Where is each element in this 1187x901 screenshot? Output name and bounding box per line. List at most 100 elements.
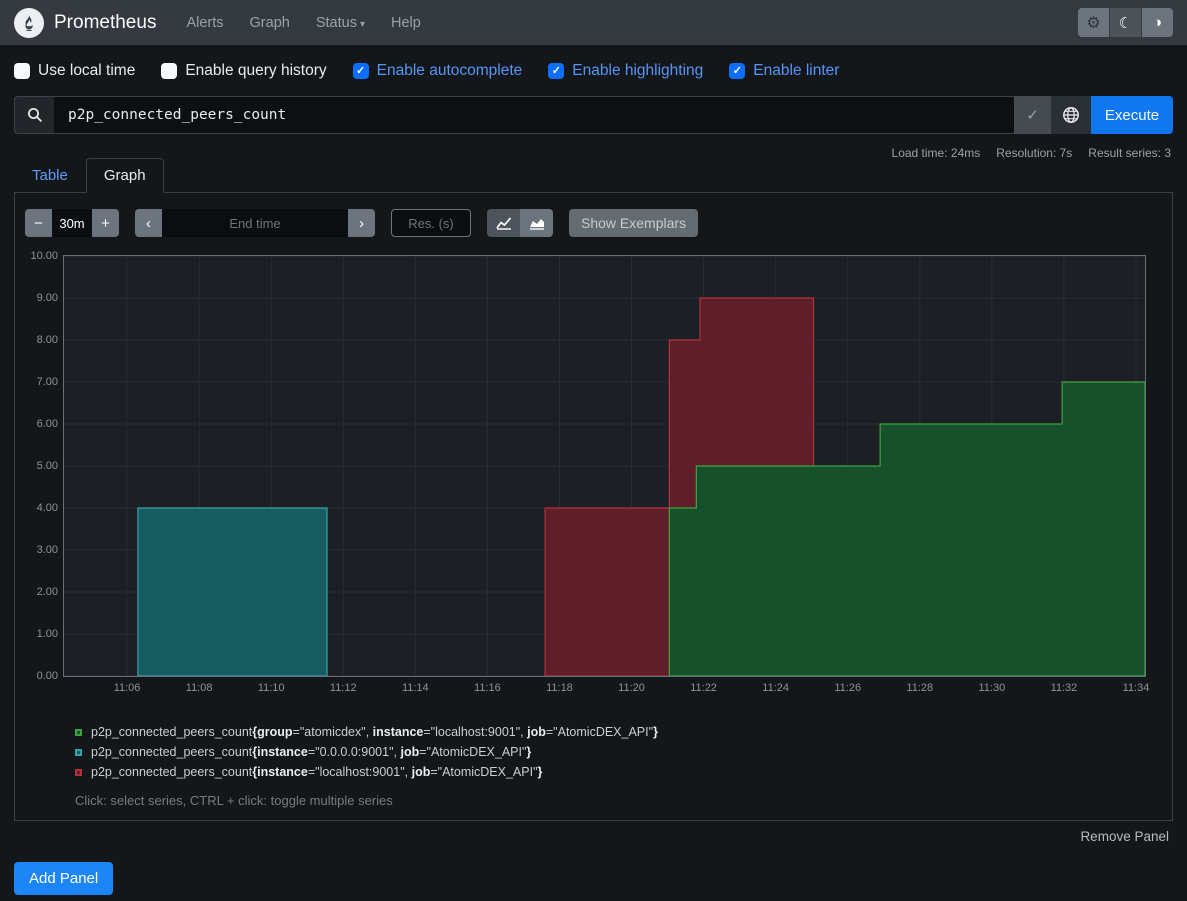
tab-zone: Load time: 24ms Resolution: 7s Result se… (14, 144, 1173, 193)
x-axis-label: 11:08 (186, 682, 213, 694)
half-circle-icon: ◑ (1153, 14, 1162, 31)
line-chart-icon (496, 216, 512, 230)
query-bar: ✓ Execute (14, 96, 1173, 134)
legend-label: p2p_connected_peers_count{instance="0.0.… (91, 745, 531, 759)
chart-legend: p2p_connected_peers_count{group="atomicd… (75, 725, 1164, 779)
nav-item-graph[interactable]: Graph (250, 15, 290, 31)
graph-panel: − + ‹ › Show Exemplars (14, 193, 1173, 821)
range-decrease-button[interactable]: − (25, 209, 52, 237)
y-axis-label: 5.00 (37, 460, 58, 472)
y-axis-label: 3.00 (37, 544, 58, 556)
metrics-explorer-button[interactable] (1051, 96, 1091, 134)
x-axis-label: 11:14 (402, 682, 429, 694)
nav-item-alerts[interactable]: Alerts (186, 15, 223, 31)
x-axis-label: 11:34 (1123, 682, 1150, 694)
chevron-down-icon: ▾ (360, 19, 365, 30)
tab-table[interactable]: Table (14, 158, 86, 193)
resolution-input[interactable] (391, 209, 471, 237)
remove-panel-link[interactable]: Remove Panel (1080, 829, 1169, 844)
option-label: Enable highlighting (572, 62, 703, 80)
x-axis-label: 11:16 (474, 682, 501, 694)
x-axis-label: 11:12 (330, 682, 357, 694)
legend-item[interactable]: p2p_connected_peers_count{instance="0.0.… (75, 745, 1164, 759)
option-enable-linter[interactable]: ✓ Enable linter (729, 62, 839, 80)
chart-plot-area[interactable]: 0.001.002.003.004.005.006.007.008.009.00… (63, 255, 1146, 677)
y-axis-label: 4.00 (37, 502, 58, 514)
chart: 0.00 1.00 2.00 3.00 4.00 5.00 6.00 7.00 8.00 9.00… (27, 251, 1160, 703)
range-stepper: − + (25, 209, 119, 237)
x-axis-label: 11:06 (114, 682, 141, 694)
line-chart-button[interactable] (487, 209, 520, 237)
check-icon: ✓ (1026, 106, 1039, 124)
y-axis-label: 10.00 (30, 250, 58, 262)
option-enable-highlighting[interactable]: ✓ Enable highlighting (548, 62, 703, 80)
option-label: Use local time (38, 62, 135, 80)
check-icon: ✓ (356, 66, 365, 77)
option-enable-autocomplete[interactable]: ✓ Enable autocomplete (353, 62, 523, 80)
option-label: Enable linter (753, 62, 839, 80)
checkbox[interactable]: ✓ (353, 63, 369, 79)
area-chart-icon (529, 216, 545, 230)
option-use-local-time[interactable]: Use local time (14, 62, 135, 80)
gear-icon: ⚙ (1086, 13, 1100, 33)
legend-swatch (75, 749, 82, 756)
settings-button[interactable]: ⚙ (1078, 8, 1109, 37)
end-time-input[interactable] (162, 209, 348, 237)
moon-icon: ☾ (1119, 14, 1132, 32)
navbar: Prometheus AlertsGraphStatus▾Help ⚙ ☾ ◑ (0, 0, 1187, 45)
legend-item[interactable]: p2p_connected_peers_count{instance="loca… (75, 765, 1164, 779)
nav-links: Alerts Graph Status▾ Help (186, 15, 420, 31)
auto-theme-button[interactable]: ◑ (1142, 8, 1173, 37)
checkbox[interactable] (161, 63, 177, 79)
flame-icon (20, 14, 38, 32)
time-forward-button[interactable]: › (348, 209, 375, 237)
time-back-button[interactable]: ‹ (135, 209, 162, 237)
legend-label: p2p_connected_peers_count{group="atomicd… (91, 725, 658, 739)
series-area (138, 508, 327, 676)
theme-switcher: ⚙ ☾ ◑ (1078, 8, 1173, 37)
y-axis-label: 1.00 (37, 628, 58, 640)
dark-theme-button[interactable]: ☾ (1110, 8, 1141, 37)
load-time: Load time: 24ms (892, 146, 981, 160)
globe-icon (1062, 106, 1080, 124)
range-input[interactable] (52, 209, 92, 237)
add-panel-button[interactable]: Add Panel (14, 862, 113, 895)
nav-item-status[interactable]: Status▾ (316, 15, 365, 31)
check-icon: ✓ (733, 66, 742, 77)
y-axis-label: 7.00 (37, 376, 58, 388)
resolution: Resolution: 7s (996, 146, 1072, 160)
range-increase-button[interactable]: + (92, 209, 119, 237)
stacked-chart-button[interactable] (520, 209, 553, 237)
checkbox[interactable]: ✓ (548, 63, 564, 79)
nav-item-help[interactable]: Help (391, 15, 421, 31)
y-axis-label: 8.00 (37, 334, 58, 346)
y-axis-label: 2.00 (37, 586, 58, 598)
query-input[interactable] (54, 96, 1014, 134)
x-axis-label: 11:32 (1051, 682, 1078, 694)
option-label: Enable autocomplete (377, 62, 523, 80)
show-exemplars-button[interactable]: Show Exemplars (569, 209, 698, 237)
x-axis-label: 11:24 (762, 682, 789, 694)
legend-swatch (75, 769, 82, 776)
end-time-picker: ‹ › (135, 209, 375, 237)
checkbox[interactable]: ✓ (729, 63, 745, 79)
search-addon (14, 96, 54, 134)
checkbox[interactable] (14, 63, 30, 79)
option-enable-query-history[interactable]: Enable query history (161, 62, 326, 80)
legend-swatch (75, 729, 82, 736)
y-axis-label: 0.00 (37, 670, 58, 682)
legend-label: p2p_connected_peers_count{instance="loca… (91, 765, 542, 779)
y-axis-label: 9.00 (37, 292, 58, 304)
legend-item[interactable]: p2p_connected_peers_count{group="atomicd… (75, 725, 1164, 739)
y-axis-label: 6.00 (37, 418, 58, 430)
prometheus-logo (14, 8, 44, 38)
tab-graph[interactable]: Graph (86, 158, 164, 193)
x-axis-label: 11:30 (978, 682, 1005, 694)
result-series: Result series: 3 (1088, 146, 1171, 160)
option-label: Enable query history (185, 62, 326, 80)
x-axis-label: 11:28 (906, 682, 933, 694)
x-axis-label: 11:20 (618, 682, 645, 694)
query-valid-indicator: ✓ (1014, 96, 1051, 134)
execute-button[interactable]: Execute (1091, 96, 1173, 134)
tab-bar: Table Graph (14, 158, 1173, 193)
